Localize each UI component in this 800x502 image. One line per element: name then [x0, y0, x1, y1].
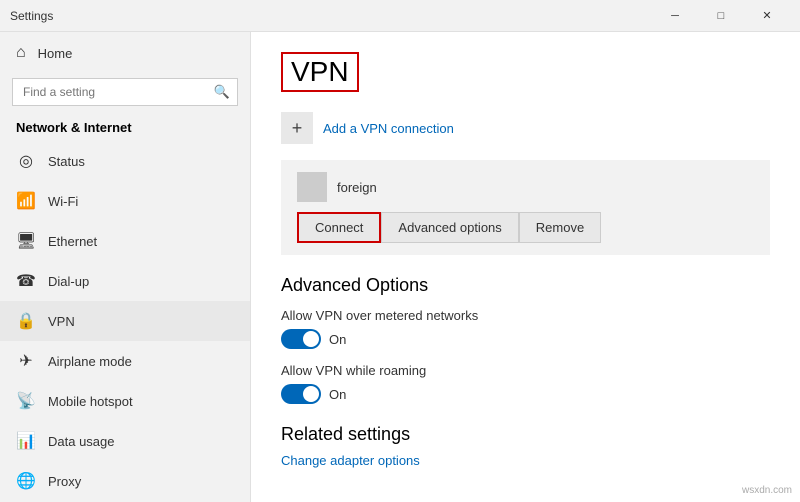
airplane-icon: ✈ — [16, 351, 36, 371]
connect-button[interactable]: Connect — [297, 212, 381, 243]
titlebar-title: Settings — [10, 9, 652, 23]
sidebar-item-proxy[interactable]: 🌐 Proxy — [0, 461, 250, 501]
titlebar: Settings ─ □ ✕ — [0, 0, 800, 32]
sidebar: ⌂ Home 🔍 Network & Internet ◎ Status 📶 W… — [0, 32, 250, 502]
roaming-label: Allow VPN while roaming — [281, 363, 770, 378]
add-vpn-icon: + — [281, 112, 313, 144]
titlebar-controls: ─ □ ✕ — [652, 0, 790, 32]
metered-toggle-container: On — [281, 329, 770, 349]
related-settings-title: Related settings — [281, 424, 770, 445]
sidebar-item-label-ethernet: Ethernet — [48, 234, 97, 249]
sidebar-search-container: 🔍 — [12, 78, 238, 106]
hotspot-icon: 📡 — [16, 391, 36, 411]
sidebar-item-wifi[interactable]: 📶 Wi-Fi — [0, 181, 250, 221]
change-adapter-link[interactable]: Change adapter options — [281, 453, 420, 468]
main-content: VPN + Add a VPN connection foreign Conne… — [250, 32, 800, 502]
sidebar-item-label-airplane: Airplane mode — [48, 354, 132, 369]
roaming-toggle-row: Allow VPN while roaming On — [281, 363, 770, 404]
page-title-box: VPN — [281, 52, 359, 92]
add-vpn-row[interactable]: + Add a VPN connection — [281, 112, 770, 144]
sidebar-item-ethernet[interactable]: 🖥 Ethernet — [0, 221, 250, 261]
sidebar-item-label-dialup: Dial-up — [48, 274, 89, 289]
advanced-options-title: Advanced Options — [281, 275, 770, 296]
vpn-card-header: foreign — [297, 172, 754, 202]
sidebar-item-label-datausage: Data usage — [48, 434, 115, 449]
remove-button[interactable]: Remove — [519, 212, 601, 243]
vpn-card-icon — [297, 172, 327, 202]
wifi-icon: 📶 — [16, 191, 36, 211]
roaming-toggle-container: On — [281, 384, 770, 404]
sidebar-item-label-status: Status — [48, 154, 85, 169]
ethernet-icon: 🖥 — [16, 231, 36, 251]
metered-toggle-row: Allow VPN over metered networks On — [281, 308, 770, 349]
sidebar-item-label-wifi: Wi-Fi — [48, 194, 78, 209]
sidebar-item-home[interactable]: ⌂ Home — [0, 32, 250, 74]
sidebar-item-dialup[interactable]: ☎ Dial-up — [0, 261, 250, 301]
datausage-icon: 📊 — [16, 431, 36, 451]
add-vpn-label: Add a VPN connection — [323, 121, 454, 136]
sidebar-item-vpn[interactable]: 🔒 VPN — [0, 301, 250, 341]
app-container: ⌂ Home 🔍 Network & Internet ◎ Status 📶 W… — [0, 32, 800, 502]
sidebar-home-label: Home — [38, 46, 73, 61]
search-icon: 🔍 — [214, 84, 230, 100]
roaming-toggle-state: On — [329, 387, 346, 402]
home-icon: ⌂ — [16, 44, 26, 62]
search-input[interactable] — [12, 78, 238, 106]
sidebar-item-label-hotspot: Mobile hotspot — [48, 394, 133, 409]
sidebar-section-header: Network & Internet — [0, 114, 250, 141]
status-icon: ◎ — [16, 151, 36, 171]
watermark: wsxdn.com — [742, 485, 792, 496]
close-button[interactable]: ✕ — [744, 0, 790, 32]
maximize-button[interactable]: □ — [698, 0, 744, 32]
metered-toggle[interactable] — [281, 329, 321, 349]
sidebar-item-status[interactable]: ◎ Status — [0, 141, 250, 181]
metered-label: Allow VPN over metered networks — [281, 308, 770, 323]
vpn-card-actions: Connect Advanced options Remove — [297, 212, 754, 243]
advanced-options-button[interactable]: Advanced options — [381, 212, 518, 243]
vpn-icon: 🔒 — [16, 311, 36, 331]
proxy-icon: 🌐 — [16, 471, 36, 491]
sidebar-item-label-vpn: VPN — [48, 314, 75, 329]
vpn-card: foreign Connect Advanced options Remove — [281, 160, 770, 255]
sidebar-item-hotspot[interactable]: 📡 Mobile hotspot — [0, 381, 250, 421]
sidebar-item-label-proxy: Proxy — [48, 474, 81, 489]
sidebar-item-airplane[interactable]: ✈ Airplane mode — [0, 341, 250, 381]
page-title: VPN — [291, 56, 349, 88]
roaming-toggle[interactable] — [281, 384, 321, 404]
vpn-card-name: foreign — [337, 180, 377, 195]
minimize-button[interactable]: ─ — [652, 0, 698, 32]
dialup-icon: ☎ — [16, 271, 36, 291]
metered-toggle-state: On — [329, 332, 346, 347]
sidebar-item-datausage[interactable]: 📊 Data usage — [0, 421, 250, 461]
